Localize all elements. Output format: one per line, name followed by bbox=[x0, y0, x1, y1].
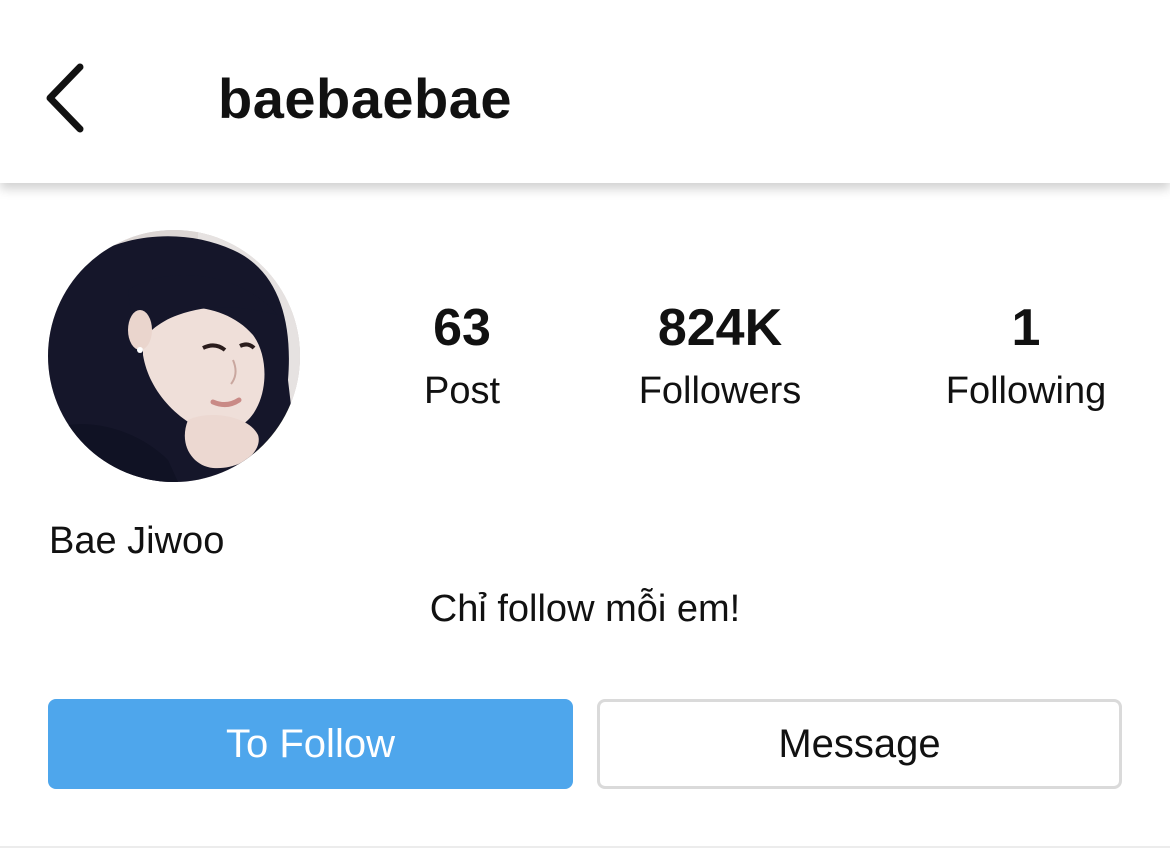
top-bar: baebaebae bbox=[0, 0, 1170, 183]
following-count: 1 bbox=[1011, 299, 1041, 357]
divider bbox=[0, 846, 1170, 848]
follow-button[interactable]: To Follow bbox=[48, 699, 573, 789]
chevron-left-icon bbox=[40, 61, 90, 140]
stat-following[interactable]: 1 Following bbox=[915, 298, 1137, 416]
followers-label: Followers bbox=[638, 370, 802, 412]
bio-text: Chỉ follow mỗi em! bbox=[429, 588, 741, 630]
page-title: baebaebae bbox=[218, 67, 512, 130]
posts-count: 63 bbox=[433, 299, 491, 357]
stat-posts[interactable]: 63 Post bbox=[402, 298, 522, 416]
profile-screen: baebaebae 63 Post 824K Followers 1 Follo… bbox=[0, 0, 1170, 851]
display-name: Bae Jiwoo bbox=[49, 520, 225, 562]
avatar[interactable] bbox=[48, 230, 300, 482]
stat-followers[interactable]: 824K Followers bbox=[600, 298, 840, 416]
message-button[interactable]: Message bbox=[597, 699, 1122, 789]
followers-count: 824K bbox=[657, 299, 783, 357]
posts-label: Post bbox=[423, 370, 501, 412]
back-button[interactable] bbox=[30, 58, 100, 142]
following-label: Following bbox=[945, 370, 1107, 412]
profile-photo bbox=[48, 230, 300, 482]
